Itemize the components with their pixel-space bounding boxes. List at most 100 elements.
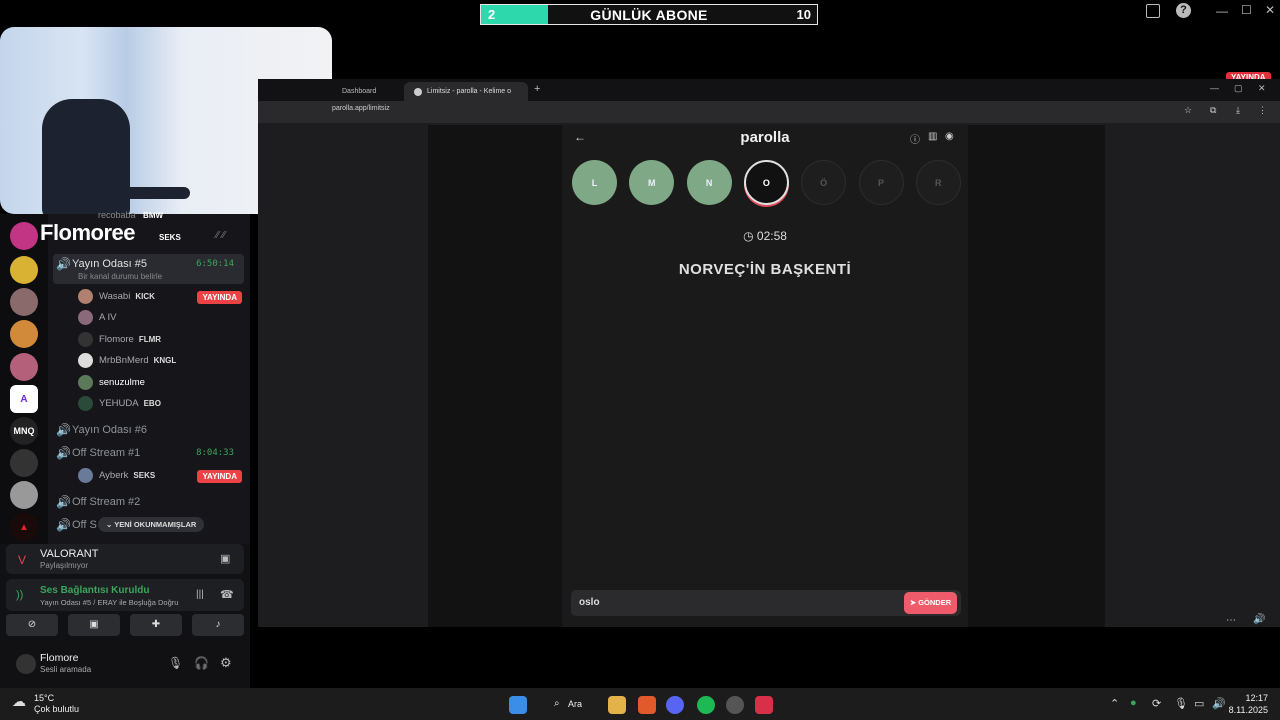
streamer-name: Flomoree <box>40 220 136 245</box>
server-icon[interactable]: A <box>10 385 38 413</box>
speaker-icon: 🔊 <box>56 518 71 532</box>
close-window[interactable]: ✕ <box>1258 83 1266 94</box>
server-icon[interactable] <box>10 353 38 381</box>
live-badge: YAYINDA <box>197 291 242 304</box>
gear-icon[interactable]: ⚙ <box>220 655 232 671</box>
valorant-icon[interactable] <box>755 696 773 714</box>
tray-app-icon[interactable]: ● <box>1130 697 1137 709</box>
taskbar: ☁ 15°C Çok bulutlu ⌕ Ara ⌃ ● ⟳ 🎙 ▭ 🔊 12:… <box>0 688 1280 720</box>
send-button[interactable]: ➤ GÖNDER <box>904 592 957 614</box>
stats-icon[interactable]: ▥ <box>928 131 937 142</box>
speaker-icon: 🔊 <box>56 423 71 437</box>
more-icon[interactable]: ⋯ <box>1226 615 1236 626</box>
voice-controls: ⊘ ▣ ✚ ♪ <box>6 614 244 640</box>
restore-window[interactable]: ▢ <box>1234 83 1243 94</box>
server-icon[interactable] <box>10 222 38 250</box>
microphone-icon[interactable]: 🎙 <box>1174 697 1188 710</box>
voice-user[interactable]: YEHUDA EBO <box>78 393 161 413</box>
user-panel: Flomore Sesli aramada 🎙 🎧 ⚙ <box>6 648 244 682</box>
maximize-button[interactable]: ☐ <box>1241 3 1252 17</box>
deafen-icons: ⁄⁄ ⁄⁄ <box>216 230 226 241</box>
spotify-icon[interactable] <box>697 696 715 714</box>
app-title: parolla <box>740 129 790 146</box>
search-button[interactable]: ⌕ Ara <box>542 694 594 716</box>
server-icon[interactable] <box>10 481 38 509</box>
avatar[interactable] <box>16 654 36 674</box>
clock-time[interactable]: 12:17 <box>1244 693 1268 703</box>
url-field[interactable]: parolla.app/limitsiz <box>332 105 390 112</box>
speaker-icon[interactable]: 🔊 <box>1212 697 1226 710</box>
disconnect-icon[interactable]: ☎ <box>220 588 234 601</box>
noise-suppression-icon[interactable]: ||| <box>196 589 204 600</box>
monitor-icon[interactable]: ▭ <box>1194 697 1204 710</box>
server-mnq[interactable]: MNQ <box>10 417 38 445</box>
help-icon[interactable]: ? <box>1176 3 1191 18</box>
unread-pill[interactable]: ⌄ YENİ OKUNMAMIŞLAR <box>98 517 205 532</box>
letter-circle-n: N <box>686 160 732 205</box>
voice-user[interactable]: Flomore FLMR <box>78 329 161 349</box>
obs-icon[interactable] <box>726 696 744 714</box>
menu-icon[interactable]: ⋮ <box>1258 105 1267 116</box>
tab-dashboard[interactable]: Dashboard <box>332 82 402 101</box>
voice-user[interactable]: Wasabi KICK <box>78 286 155 306</box>
signal-icon: )) <box>16 589 24 601</box>
sync-icon[interactable]: ⟳ <box>1152 697 1161 710</box>
discord-bottom-area: V VALORANT Paylaşılmıyor ▣ )) Ses Bağlan… <box>0 544 250 688</box>
screen-share-icon[interactable] <box>1146 4 1160 18</box>
share-screen-icon[interactable]: ▣ <box>220 552 230 565</box>
speaker-icon: 🔊 <box>56 495 71 509</box>
clock-icon: ◷ <box>743 229 754 243</box>
microphone-icon[interactable]: 🎙 <box>168 656 183 670</box>
soundboard-icon[interactable]: ♪ <box>192 614 244 636</box>
channel-name: Yayın Odası #5 <box>72 258 148 270</box>
tab-parolla[interactable]: Limitsiz - parolla - Kelime o <box>404 82 528 101</box>
screen-share-icon[interactable]: ▣ <box>68 614 120 636</box>
activity-panel: V VALORANT Paylaşılmıyor ▣ <box>6 544 244 574</box>
voice-user[interactable]: Ayberk SEKS <box>78 465 155 485</box>
valorant-icon: V <box>18 553 27 567</box>
windows-start-icon[interactable] <box>509 696 527 714</box>
server-icon[interactable]: ▲ <box>10 513 38 541</box>
new-tab-button[interactable]: + <box>534 83 540 95</box>
letter-circle-l: L <box>572 160 617 205</box>
tab-favicon <box>414 87 422 96</box>
download-icon[interactable]: ⤓ <box>1236 105 1240 116</box>
voice-user[interactable]: senuzulme <box>78 372 145 392</box>
extensions-icon[interactable]: ⧉ <box>1210 105 1216 116</box>
voice-user[interactable]: A IV <box>78 307 116 327</box>
volume-icon[interactable]: 🔊 <box>1253 614 1265 625</box>
clock-date[interactable]: 8.11.2025 <box>1228 705 1268 715</box>
server-icon[interactable] <box>10 288 38 316</box>
file-explorer-icon[interactable] <box>608 696 626 714</box>
minimize-window[interactable]: — <box>1210 83 1219 93</box>
discord-server-list: A MNQ ▲ <box>0 214 48 544</box>
info-icon[interactable]: ⓘ <box>910 131 920 146</box>
answer-input[interactable]: oslo <box>579 597 600 608</box>
discord-icon[interactable] <box>666 696 684 714</box>
question-text: NORVEÇ'İN BAŞKENTİ <box>678 261 852 278</box>
parolla-app: ← parolla ⓘ ▥ ◉ LMNOÖPR ◷ 02:58 NORVEÇ'İ… <box>562 125 968 627</box>
profile-icon[interactable]: ◉ <box>945 131 954 142</box>
sub-goal-label: GÜNLÜK ABONE <box>590 7 708 23</box>
channel-status[interactable]: Bir kanal durumu belirle <box>78 272 162 281</box>
star-icon[interactable]: ☆ <box>1184 105 1192 116</box>
server-icon[interactable] <box>10 256 38 284</box>
server-icon[interactable] <box>10 320 38 348</box>
chevron-up-icon[interactable]: ⌃ <box>1110 697 1119 710</box>
letter-circle-m: M <box>629 160 675 205</box>
voice-user[interactable]: MrbBnMerd KNGL <box>78 350 176 370</box>
channel-yayin-odasi-6[interactable]: 🔊 Yayın Odası #6 <box>56 419 244 441</box>
activities-icon[interactable]: ✚ <box>130 614 182 636</box>
server-icon[interactable] <box>10 449 38 477</box>
address-bar: parolla.app/limitsiz ☆ ⧉ ⤓ ⋮ <box>258 101 1280 123</box>
letter-circle-ö: Ö <box>801 160 847 205</box>
camera-off-icon[interactable]: ⊘ <box>6 614 58 636</box>
brave-icon[interactable] <box>638 696 656 714</box>
answer-input-wrap: oslo ➤ GÖNDER <box>571 590 961 616</box>
close-button[interactable]: ✕ <box>1265 3 1275 17</box>
channel-off-stream-1[interactable]: 🔊 Off Stream #1 8:04:33 <box>56 442 244 464</box>
headphones-icon[interactable]: 🎧 <box>194 656 209 670</box>
live-badge: YAYINDA <box>197 470 242 483</box>
channel-off-stream-2[interactable]: 🔊 Off Stream #2 <box>56 491 244 513</box>
minimize-button[interactable]: — <box>1216 4 1228 18</box>
